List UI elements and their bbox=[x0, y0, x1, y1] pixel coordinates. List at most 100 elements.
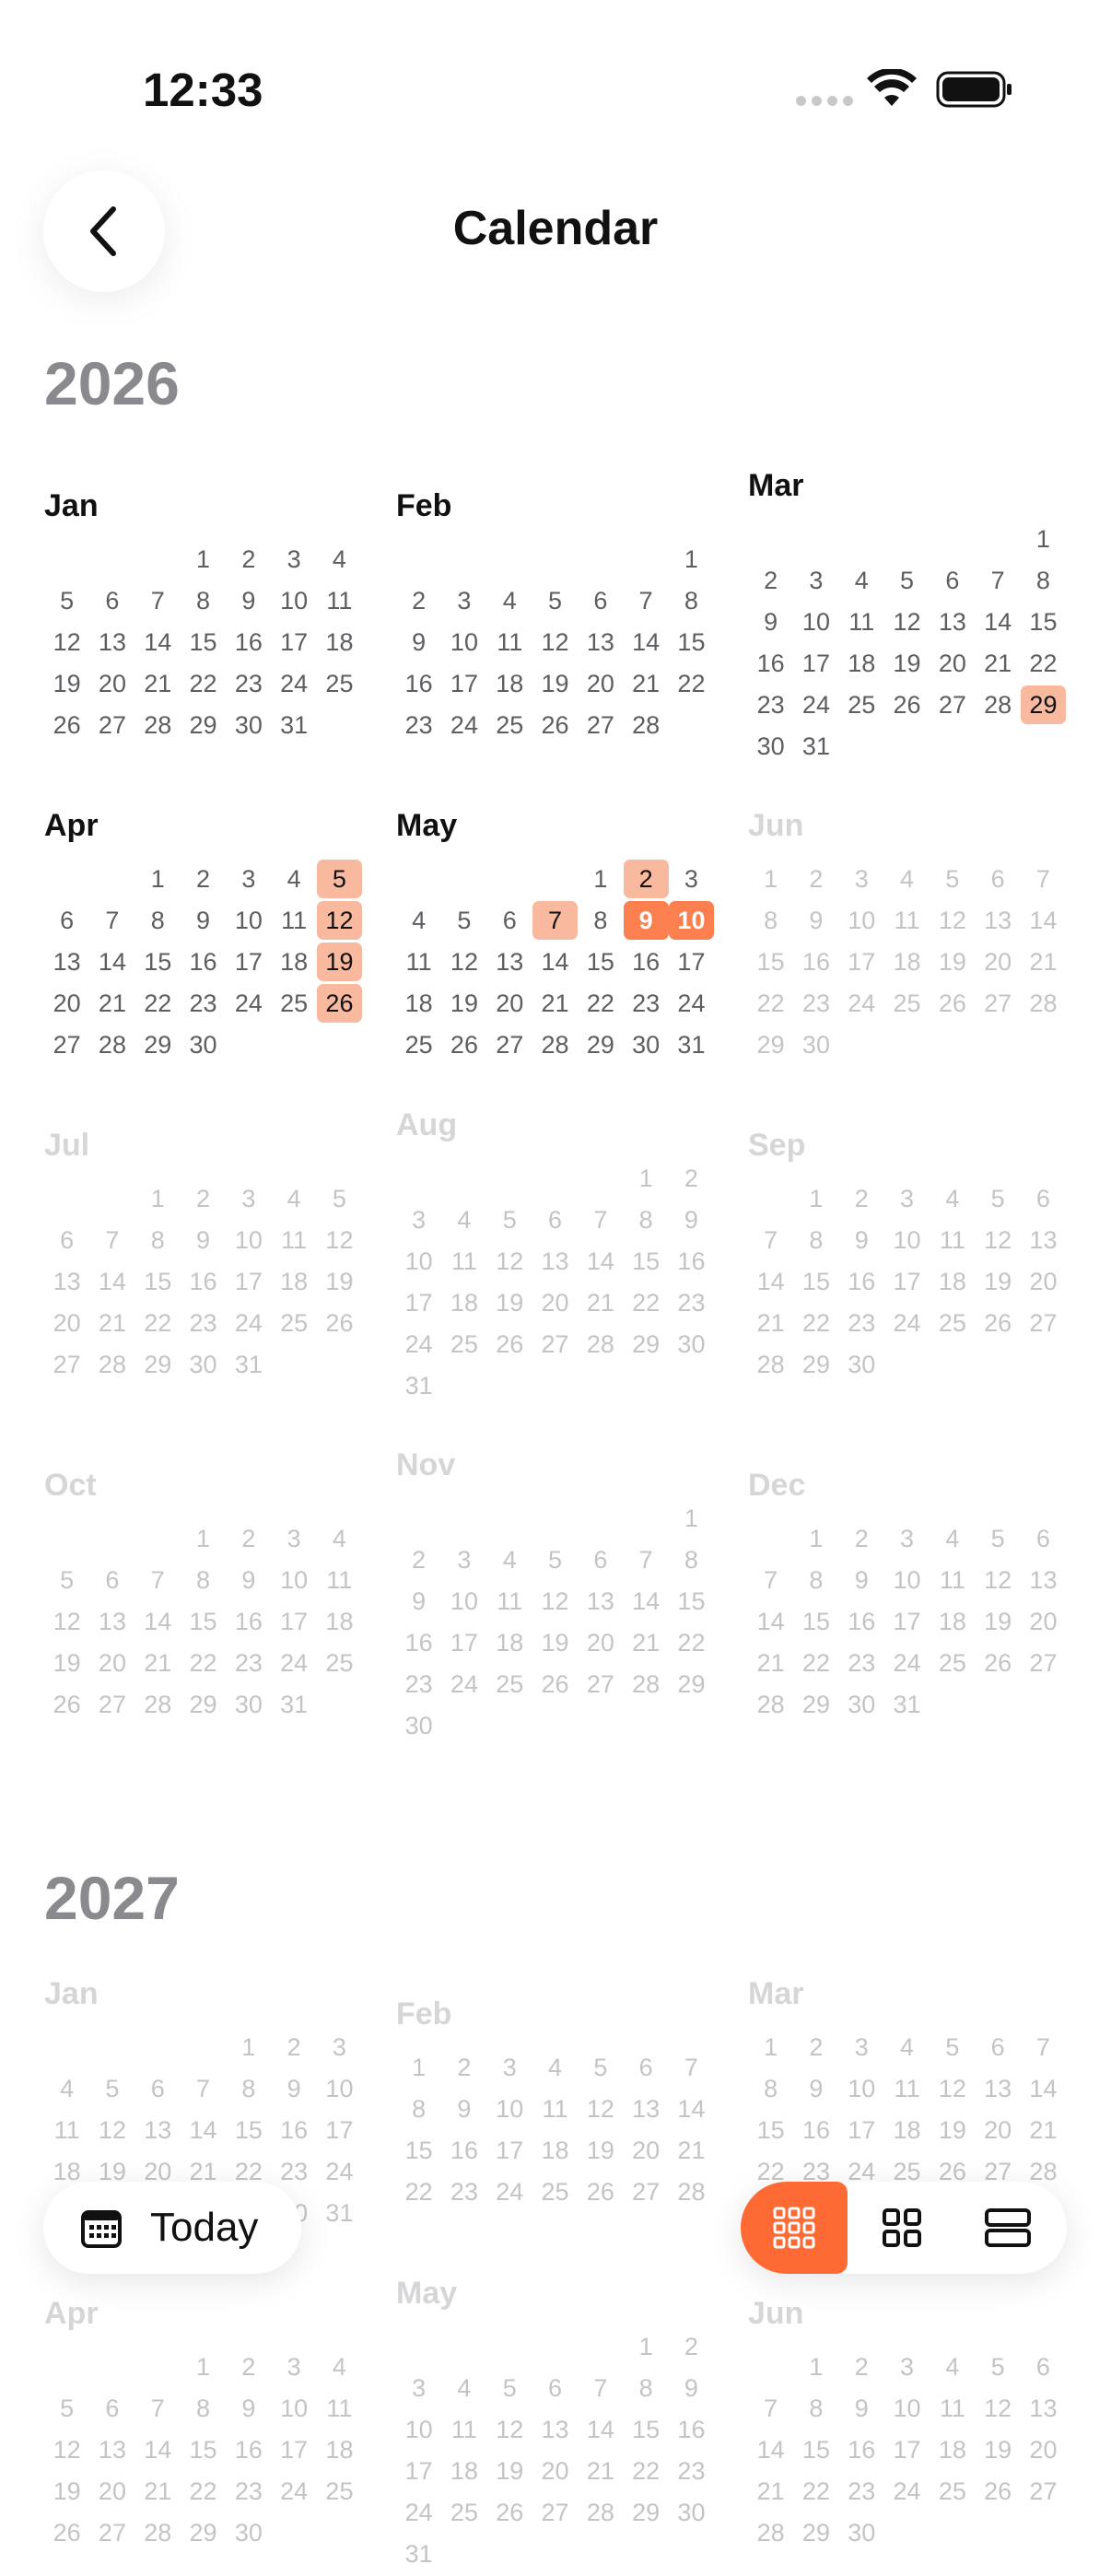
day-cell[interactable]: 16 bbox=[226, 1602, 271, 1641]
day-cell[interactable]: 8 bbox=[181, 1561, 226, 1599]
day-cell[interactable]: 11 bbox=[930, 1221, 975, 1259]
day-cell[interactable]: 7 bbox=[181, 2069, 226, 2108]
day-cell[interactable]: 4 bbox=[441, 1200, 486, 1239]
month-jun-2027[interactable]: Jun 1 2 3 4 5 6 7 8 9 10 11 12 13 14 15 16 17 18 19 20 21 22 23… bbox=[748, 2296, 1074, 2555]
day-cell[interactable]: 7 bbox=[89, 901, 134, 940]
day-cell[interactable]: 28 bbox=[669, 2172, 714, 2211]
day-cell[interactable]: 28 bbox=[976, 685, 1021, 724]
day-cell[interactable]: 30 bbox=[669, 1325, 714, 1364]
month-sep-2026[interactable]: Sep 1 2 3 4 5 6 7 8 9 10 11 12 13 14 15 16 17 18 19 20 21 22 23… bbox=[748, 1128, 1074, 1387]
day-cell[interactable]: 2 bbox=[226, 1519, 271, 1558]
day-cell[interactable]: 27 bbox=[1021, 1644, 1066, 1682]
day-cell[interactable]: 6 bbox=[89, 581, 134, 620]
day-cell[interactable]: 21 bbox=[89, 984, 134, 1023]
day-cell[interactable]: 19 bbox=[487, 2452, 532, 2490]
day-cell[interactable]: 1 bbox=[181, 2348, 226, 2386]
day-cell[interactable]: 17 bbox=[226, 943, 271, 981]
day-cell[interactable]: 30 bbox=[839, 1685, 884, 1724]
day-cell[interactable]: 14 bbox=[624, 1582, 669, 1621]
day-cell[interactable]: 26 bbox=[976, 2472, 1021, 2511]
day-cell[interactable]: 11 bbox=[930, 1561, 975, 1599]
day-cell[interactable]: 5 bbox=[487, 1200, 532, 1239]
day-cell[interactable]: 19 bbox=[487, 1283, 532, 1322]
day-cell[interactable]: 1 bbox=[181, 1519, 226, 1558]
day-cell[interactable]: 27 bbox=[532, 1325, 578, 1364]
day-cell[interactable]: 11 bbox=[272, 901, 317, 940]
day-cell[interactable]: 16 bbox=[226, 2430, 271, 2469]
day-cell[interactable]: 25 bbox=[487, 1665, 532, 1704]
day-cell[interactable]: 20 bbox=[532, 2452, 578, 2490]
day-cell[interactable]: 20 bbox=[44, 984, 89, 1023]
day-cell[interactable]: 10 bbox=[396, 2410, 441, 2449]
day-cell[interactable]: 15 bbox=[181, 623, 226, 662]
day-cell[interactable]: 17 bbox=[272, 623, 317, 662]
day-cell[interactable]: 1 bbox=[793, 2348, 838, 2386]
day-cell[interactable]: 25 bbox=[396, 1025, 441, 1064]
day-cell[interactable]: 17 bbox=[884, 2430, 930, 2469]
day-cell[interactable]: 8 bbox=[624, 2369, 669, 2407]
day-cell[interactable]: 31 bbox=[793, 727, 838, 766]
day-cell[interactable]: 24 bbox=[396, 1325, 441, 1364]
day-cell[interactable]: 20 bbox=[578, 1623, 623, 1662]
day-cell[interactable]: 19 bbox=[532, 664, 578, 703]
day-cell[interactable]: 26 bbox=[976, 1644, 1021, 1682]
day-cell[interactable]: 20 bbox=[976, 943, 1021, 981]
day-cell[interactable]: 15 bbox=[793, 1602, 838, 1641]
day-cell[interactable]: 17 bbox=[317, 2111, 362, 2149]
day-cell[interactable]: 11 bbox=[317, 1561, 362, 1599]
day-cell[interactable]: 4 bbox=[839, 561, 884, 600]
day-cell[interactable]: 2 bbox=[181, 1179, 226, 1218]
day-cell[interactable]: 22 bbox=[181, 2472, 226, 2511]
day-cell[interactable]: 18 bbox=[441, 2452, 486, 2490]
day-cell[interactable]: 14 bbox=[624, 623, 669, 662]
day-cell[interactable]: 18 bbox=[487, 1623, 532, 1662]
day-cell[interactable]: 16 bbox=[839, 2430, 884, 2469]
day-cell[interactable]: 3 bbox=[272, 2348, 317, 2386]
day-cell[interactable]: 15 bbox=[748, 943, 793, 981]
quarter-grid-view-button[interactable] bbox=[851, 2182, 953, 2274]
day-cell[interactable]: 30 bbox=[226, 1685, 271, 1724]
day-cell[interactable]: 13 bbox=[532, 2410, 578, 2449]
day-cell[interactable]: 8 bbox=[226, 2069, 271, 2108]
day-cell[interactable]: 5 bbox=[578, 2048, 623, 2087]
day-cell[interactable]: 20 bbox=[930, 644, 975, 683]
day-cell[interactable]: 21 bbox=[89, 1304, 134, 1342]
day-cell[interactable]: 10 bbox=[226, 1221, 271, 1259]
month-apr-2026[interactable]: Apr 1 2 3 4 5 6 7 8 9 10 11 12 13 14 15 16 17 18 19 20 21 22 23… bbox=[44, 808, 370, 1067]
day-cell[interactable]: 1 bbox=[624, 2327, 669, 2366]
day-cell[interactable]: 24 bbox=[272, 664, 317, 703]
day-cell[interactable]: 17 bbox=[272, 2430, 317, 2469]
day-cell[interactable]: 19 bbox=[976, 1602, 1021, 1641]
day-cell[interactable]: 3 bbox=[839, 2028, 884, 2067]
day-cell[interactable]: 14 bbox=[669, 2090, 714, 2128]
day-cell[interactable]: 13 bbox=[532, 1242, 578, 1281]
day-cell[interactable]: 6 bbox=[578, 1540, 623, 1579]
day-cell[interactable]: 16 bbox=[272, 2111, 317, 2149]
day-cell[interactable]: 27 bbox=[89, 706, 134, 744]
day-cell[interactable]: 2 bbox=[793, 860, 838, 898]
day-cell[interactable]: 7 bbox=[624, 1540, 669, 1579]
day-cell[interactable]: 11 bbox=[317, 2389, 362, 2428]
day-cell[interactable]: 9 bbox=[226, 581, 271, 620]
day-cell[interactable]: 3 bbox=[396, 2369, 441, 2407]
day-cell[interactable]: 22 bbox=[135, 984, 181, 1023]
day-cell[interactable]: 30 bbox=[748, 727, 793, 766]
day-cell[interactable]: 24 bbox=[226, 1304, 271, 1342]
day-cell[interactable]: 6 bbox=[1021, 1179, 1066, 1218]
day-cell[interactable]: 1 bbox=[793, 1179, 838, 1218]
day-cell[interactable]: 22 bbox=[135, 1304, 181, 1342]
day-cell[interactable]: 4 bbox=[44, 2069, 89, 2108]
day-cell[interactable]: 8 bbox=[793, 2389, 838, 2428]
day-cell[interactable]: 24 bbox=[487, 2172, 532, 2211]
day-cell[interactable]: 3 bbox=[669, 860, 714, 898]
day-cell[interactable]: 11 bbox=[532, 2090, 578, 2128]
day-cell[interactable]: 8 bbox=[793, 1561, 838, 1599]
day-cell[interactable]: 1 bbox=[1021, 520, 1066, 558]
day-cell[interactable]: 21 bbox=[748, 1304, 793, 1342]
day-cell[interactable]: 14 bbox=[976, 603, 1021, 641]
day-cell[interactable]: 17 bbox=[487, 2131, 532, 2170]
day-cell[interactable]: 25 bbox=[272, 1304, 317, 1342]
day-cell[interactable]: 16 bbox=[793, 943, 838, 981]
day-cell[interactable]: 10 bbox=[793, 603, 838, 641]
day-cell[interactable]: 10 bbox=[396, 1242, 441, 1281]
